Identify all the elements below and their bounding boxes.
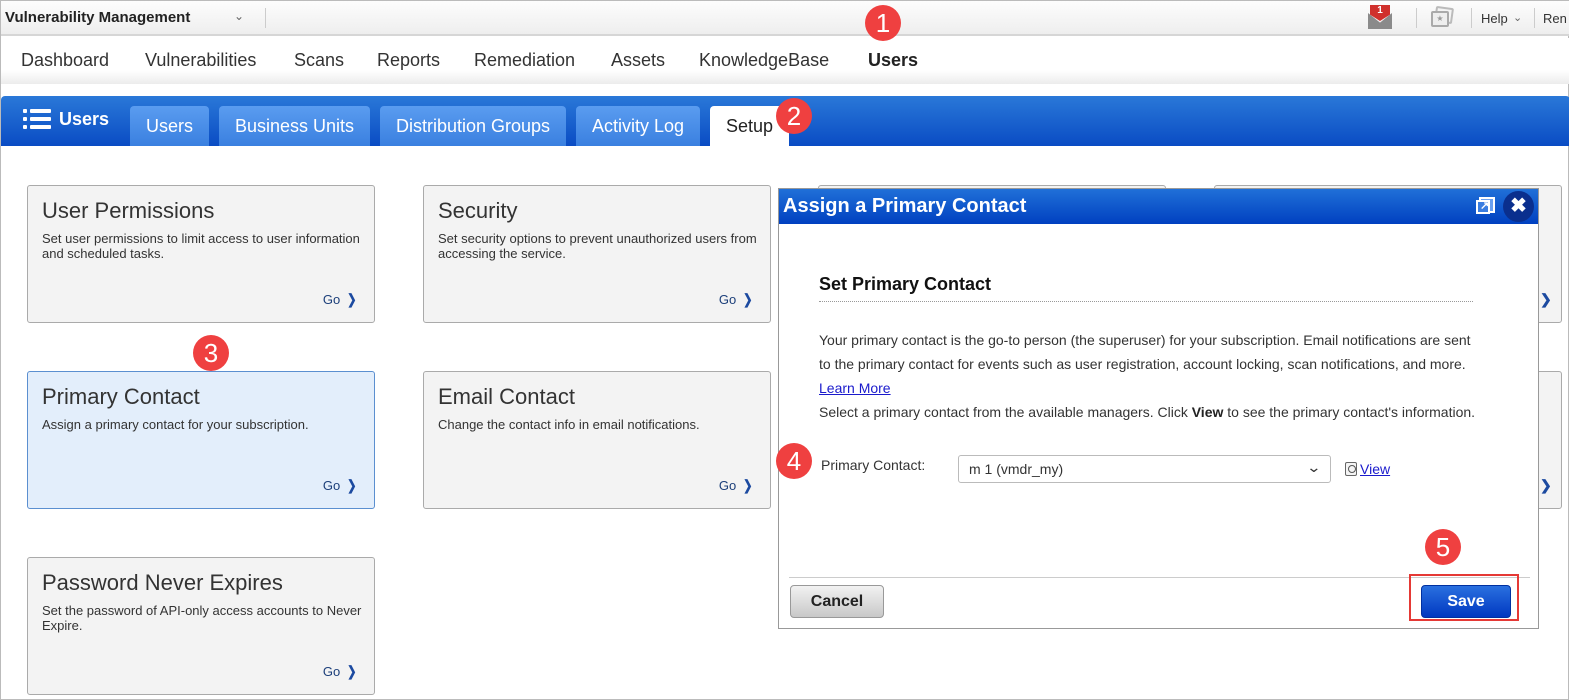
help-chevron-down-icon[interactable]: ⌄ [1513, 11, 1522, 24]
card-description: Set user permissions to limit access to … [42, 231, 360, 261]
save-button[interactable]: Save [1421, 585, 1511, 618]
card-security[interactable]: Security Set security options to prevent… [423, 185, 771, 323]
chevron-right-icon: ❯ [743, 291, 753, 307]
gallery-icon[interactable]: ★ [1431, 5, 1455, 29]
nav-scans[interactable]: Scans [294, 50, 344, 71]
divider [819, 301, 1473, 302]
popout-icon[interactable]: ↗ [1476, 197, 1495, 216]
app-title[interactable]: Vulnerability Management [5, 9, 190, 26]
user-menu-truncated[interactable]: Ren [1543, 11, 1567, 26]
view-contact[interactable]: View [1345, 461, 1390, 477]
card-user-permissions[interactable]: User Permissions Set user permissions to… [27, 185, 375, 323]
app-switcher-chevron-icon[interactable]: ⌄ [234, 9, 244, 23]
go-link[interactable]: Go ❯ [323, 477, 358, 494]
divider [1416, 8, 1417, 28]
primary-contact-select[interactable]: m 1 (vmdr_my) ⌄ [958, 455, 1331, 483]
card-description: Assign a primary contact for your subscr… [42, 417, 309, 432]
chevron-right-icon: ❯ [347, 291, 357, 307]
module-title: Users [23, 108, 109, 130]
magnifier-icon [1345, 462, 1357, 476]
chevron-right-icon: ❯ [347, 663, 357, 679]
nav-dashboard[interactable]: Dashboard [21, 50, 109, 71]
list-icon [23, 108, 51, 130]
tab-distribution-groups[interactable]: Distribution Groups [380, 106, 566, 146]
card-primary-contact[interactable]: Primary Contact Assign a primary contact… [27, 371, 375, 509]
chevron-down-icon: ⌄ [1306, 459, 1322, 475]
card-description: Set security options to prevent unauthor… [438, 231, 757, 261]
go-link[interactable]: Go ❯ [323, 291, 358, 308]
notification-icon[interactable]: 1 [1368, 5, 1392, 31]
step-badge-1: 1 [865, 5, 901, 41]
nav-knowledgebase[interactable]: KnowledgeBase [699, 50, 829, 71]
go-link[interactable]: Go ❯ [719, 477, 754, 494]
divider [1471, 8, 1472, 28]
dialog-subtitle: Set Primary Contact [819, 274, 992, 294]
card-title: User Permissions [42, 198, 215, 223]
dialog-title: Assign a Primary Contact [783, 195, 1027, 217]
primary-contact-label: Primary Contact: [821, 457, 926, 473]
card-description: Change the contact info in email notific… [438, 417, 700, 432]
tab-business-units[interactable]: Business Units [219, 106, 370, 146]
step-badge-4: 4 [776, 443, 812, 479]
tab-users[interactable]: Users [130, 106, 209, 146]
tab-activity-log[interactable]: Activity Log [576, 106, 700, 146]
nav-vulnerabilities[interactable]: Vulnerabilities [145, 50, 256, 71]
close-icon[interactable]: ✖ [1503, 191, 1534, 222]
chevron-right-icon: ❯ [1540, 477, 1552, 493]
nav-reports[interactable]: Reports [377, 50, 440, 71]
dialog-description: Your primary contact is the go-to person… [819, 332, 1476, 420]
view-link[interactable]: View [1360, 461, 1390, 477]
chevron-right-icon: ❯ [347, 477, 357, 493]
top-bar: Vulnerability Management ⌄ 1 ★ Help ⌄ Re… [1, 1, 1569, 36]
go-link[interactable]: Go ❯ [719, 291, 754, 308]
step-badge-2: 2 [776, 98, 812, 134]
learn-more-link[interactable]: Learn More [819, 380, 891, 396]
go-link[interactable]: Go ❯ [323, 663, 358, 680]
card-title: Security [438, 198, 518, 223]
assign-primary-contact-dialog: Assign a Primary Contact ↗ ✖ Set Primary… [778, 188, 1539, 629]
nav-remediation[interactable]: Remediation [474, 50, 575, 71]
card-title: Primary Contact [42, 384, 200, 409]
step-badge-5: 5 [1425, 529, 1461, 565]
card-title: Password Never Expires [42, 570, 283, 595]
help-menu[interactable]: Help [1481, 11, 1508, 26]
card-password-never-expires[interactable]: Password Never Expires Set the password … [27, 557, 375, 695]
divider [1534, 8, 1535, 28]
nav-users[interactable]: Users [868, 50, 918, 71]
chevron-right-icon: ❯ [743, 477, 753, 493]
chevron-right-icon: ❯ [1540, 291, 1552, 307]
cancel-button[interactable]: Cancel [790, 585, 884, 618]
card-description: Set the password of API-only access acco… [42, 603, 362, 633]
dialog-header[interactable]: Assign a Primary Contact ↗ ✖ [779, 189, 1538, 224]
nav-assets[interactable]: Assets [611, 50, 665, 71]
card-email-contact[interactable]: Email Contact Change the contact info in… [423, 371, 771, 509]
main-nav: Dashboard Vulnerabilities Scans Reports … [1, 38, 1569, 84]
card-title: Email Contact [438, 384, 575, 409]
step-badge-3: 3 [193, 335, 229, 371]
divider [265, 8, 266, 28]
module-title-text: Users [59, 108, 110, 129]
